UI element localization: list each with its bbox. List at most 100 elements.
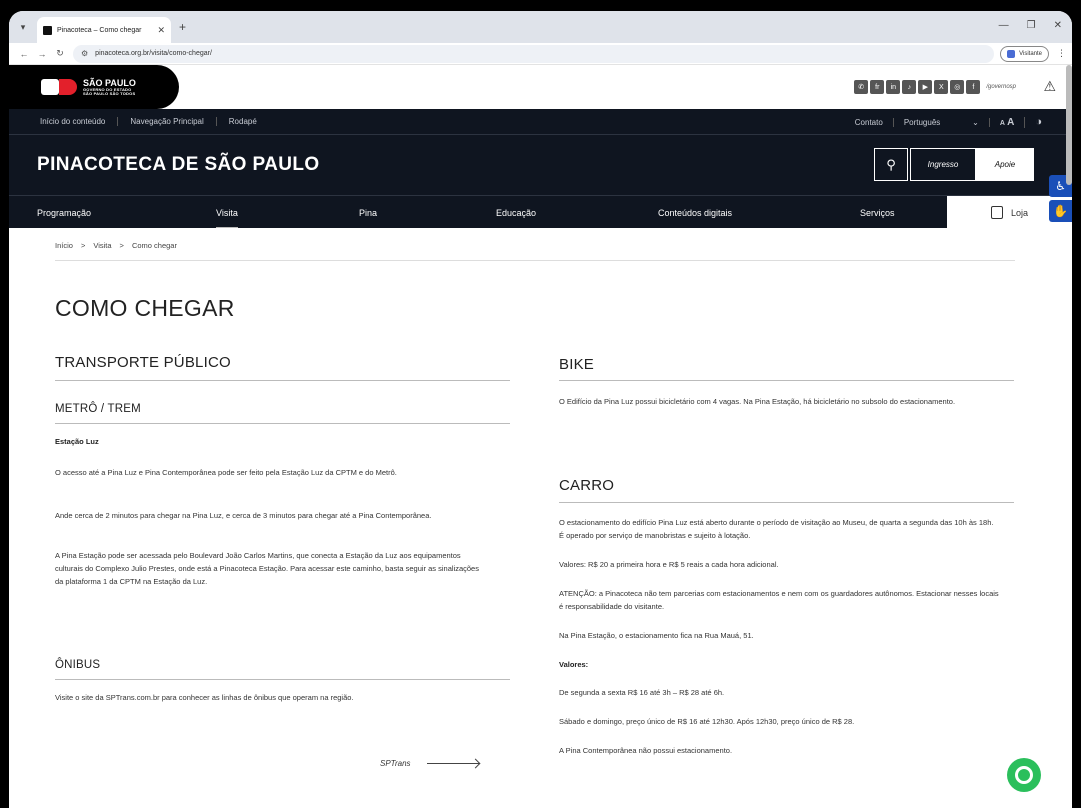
nav-pina[interactable]: Pina xyxy=(359,196,377,229)
facebook-icon[interactable]: f xyxy=(966,80,981,94)
nav-servicos[interactable]: Serviços xyxy=(860,196,895,229)
back-icon[interactable]: ← xyxy=(15,49,33,59)
sp-logo-icon xyxy=(41,77,77,97)
divider xyxy=(559,380,1014,381)
carro-paragraph-5: De segunda a sexta R$ 16 até 3h – R$ 28 … xyxy=(559,688,725,697)
page-title: COMO CHEGAR xyxy=(55,295,235,321)
breadcrumb: Início > Visita > Como chegar xyxy=(55,241,177,250)
breadcrumb-separator: > xyxy=(80,241,86,250)
contato-link[interactable]: Contato xyxy=(845,117,894,127)
site-info-icon[interactable]: ⚙ xyxy=(81,49,88,58)
contrast-icon[interactable]: ◑ xyxy=(1025,116,1042,128)
breadcrumb-separator: > xyxy=(119,241,124,250)
section-heading-carro: CARRO xyxy=(559,477,615,494)
divider xyxy=(55,380,510,381)
reload-icon[interactable]: ↻ xyxy=(51,48,69,59)
main-content: Início > Visita > Como chegar COMO CHEGA… xyxy=(9,228,1072,808)
browser-menu-icon[interactable]: ⋮ xyxy=(1057,48,1066,59)
carro-paragraph-6: Sábado e domingo, preço único de R$ 16 a… xyxy=(559,717,855,726)
site-header: Início do conteúdo Navegação Principal R… xyxy=(9,109,1072,229)
tab-close-icon[interactable]: ✕ xyxy=(157,25,165,36)
gov-sp-logo[interactable]: SÃO PAULO GOVERNO DO ESTADO SÃO PAULO SÃ… xyxy=(9,65,179,109)
carro-paragraph-2: Valores: R$ 20 a primeira hora e R$ 5 re… xyxy=(559,560,779,569)
profile-button[interactable]: Visitante xyxy=(1000,45,1049,62)
skip-to-footer-link[interactable]: Rodapé xyxy=(229,117,269,126)
section-heading-bike: BIKE xyxy=(559,356,594,373)
linkedin-icon[interactable]: in xyxy=(886,80,901,94)
profile-label: Visitante xyxy=(1019,50,1042,57)
valores-label: Valores: xyxy=(559,660,589,669)
main-nav: Programação Visita Pina Educação Conteúd… xyxy=(9,195,1072,229)
language-select[interactable]: Português ⌄ xyxy=(894,117,990,127)
breadcrumb-current: Como chegar xyxy=(131,241,177,250)
government-bar: SÃO PAULO GOVERNO DO ESTADO SÃO PAULO SÃ… xyxy=(9,65,1072,109)
forward-icon[interactable]: → xyxy=(33,49,51,59)
divider xyxy=(55,260,1015,261)
x-icon[interactable]: X xyxy=(934,80,949,94)
nav-educacao[interactable]: Educação xyxy=(496,196,536,229)
bike-paragraph: O Edifício da Pina Luz possui bicicletár… xyxy=(559,397,956,406)
section-heading-transporte: TRANSPORTE PÚBLICO xyxy=(55,354,231,371)
carro-paragraph-1: O estacionamento do edifício Pina Luz es… xyxy=(559,518,994,540)
language-value: Português xyxy=(903,117,941,127)
sptrans-label: SPTrans xyxy=(380,759,411,768)
profile-avatar-icon xyxy=(1007,49,1016,58)
ingresso-button[interactable]: Ingresso xyxy=(910,148,976,181)
subsection-heading-onibus: ÔNIBUS xyxy=(55,659,101,671)
estacao-label: Estação Luz xyxy=(55,437,99,446)
utility-bar: Início do conteúdo Navegação Principal R… xyxy=(9,109,1072,135)
divider xyxy=(55,679,510,680)
browser-window: ▾ Pinacoteca – Como chegar ✕ + — ❐ ✕ ← →… xyxy=(9,11,1072,808)
carro-paragraph-3: ATENÇÃO: a Pinacoteca não tem parcerias … xyxy=(559,589,999,611)
alert-icon[interactable]: ⚠ xyxy=(1043,78,1056,95)
favicon-icon xyxy=(43,25,52,35)
scrollbar[interactable] xyxy=(1066,65,1072,185)
decrease-font-button[interactable]: A xyxy=(1000,120,1005,127)
breadcrumb-inicio[interactable]: Início xyxy=(55,241,73,250)
chat-button[interactable] xyxy=(1007,758,1041,792)
skip-to-nav-link[interactable]: Navegação Principal xyxy=(130,117,217,126)
subsection-heading-metro: METRÔ / TREM xyxy=(55,403,141,415)
font-size-controls: A A xyxy=(990,116,1026,128)
social-handle: /governosp xyxy=(986,84,1016,90)
chat-icon xyxy=(1015,766,1033,784)
shopping-bag-icon xyxy=(990,206,1003,219)
url-field[interactable]: ⚙ pinacoteca.org.br/visita/como-chegar/ xyxy=(73,44,995,63)
window-controls: — ❐ ✕ xyxy=(999,20,1062,31)
chevron-down-icon: ⌄ xyxy=(972,117,979,127)
tab-search-icon[interactable]: ▾ xyxy=(15,19,31,35)
tiktok-icon[interactable]: ♪ xyxy=(902,80,917,94)
carro-paragraph-4: Na Pina Estação, o estacionamento fica n… xyxy=(559,631,754,640)
nav-programacao[interactable]: Programação xyxy=(37,196,91,229)
youtube-icon[interactable]: ▶ xyxy=(918,80,933,94)
site-title[interactable]: PINACOTECA DE SÃO PAULO xyxy=(37,154,320,176)
tab-bar: ▾ Pinacoteca – Como chegar ✕ + — ❐ ✕ xyxy=(9,11,1072,43)
sptrans-link[interactable]: SPTrans xyxy=(380,759,479,768)
instagram-icon[interactable]: ◎ xyxy=(950,80,965,94)
restore-icon[interactable]: ❐ xyxy=(1027,20,1036,31)
close-window-icon[interactable]: ✕ xyxy=(1054,20,1062,31)
minimize-icon[interactable]: — xyxy=(999,20,1009,31)
browser-tab[interactable]: Pinacoteca – Como chegar ✕ xyxy=(37,17,171,43)
search-button[interactable]: ⚲ xyxy=(874,148,908,181)
logo-text-3: SÃO PAULO SÃO TODOS xyxy=(83,90,136,96)
tab-title: Pinacoteca – Como chegar xyxy=(57,26,142,34)
divider xyxy=(559,502,1014,503)
sign-language-icon[interactable]: ✋ xyxy=(1049,200,1072,222)
social-links: ✆ fr in ♪ ▶ X ◎ f /governosp xyxy=(854,80,1016,94)
nav-conteudos-digitais[interactable]: Conteúdos digitais xyxy=(658,196,732,229)
apoie-button[interactable]: Apoie xyxy=(976,148,1034,181)
divider xyxy=(55,423,510,424)
url-text: pinacoteca.org.br/visita/como-chegar/ xyxy=(95,50,212,57)
increase-font-button[interactable]: A xyxy=(1007,117,1014,128)
breadcrumb-visita[interactable]: Visita xyxy=(93,241,111,250)
arrow-right-icon xyxy=(426,763,479,764)
flickr-icon[interactable]: fr xyxy=(870,80,885,94)
new-tab-icon[interactable]: + xyxy=(179,20,186,34)
whatsapp-icon[interactable]: ✆ xyxy=(854,80,869,94)
address-bar-row: ← → ↻ ⚙ pinacoteca.org.br/visita/como-ch… xyxy=(9,43,1072,65)
nav-visita[interactable]: Visita xyxy=(216,196,238,229)
skip-to-content-link[interactable]: Início do conteúdo xyxy=(40,117,119,126)
metro-paragraph-3: A Pina Estação pode ser acessada pelo Bo… xyxy=(55,551,479,586)
loja-label: Loja xyxy=(1010,207,1028,218)
